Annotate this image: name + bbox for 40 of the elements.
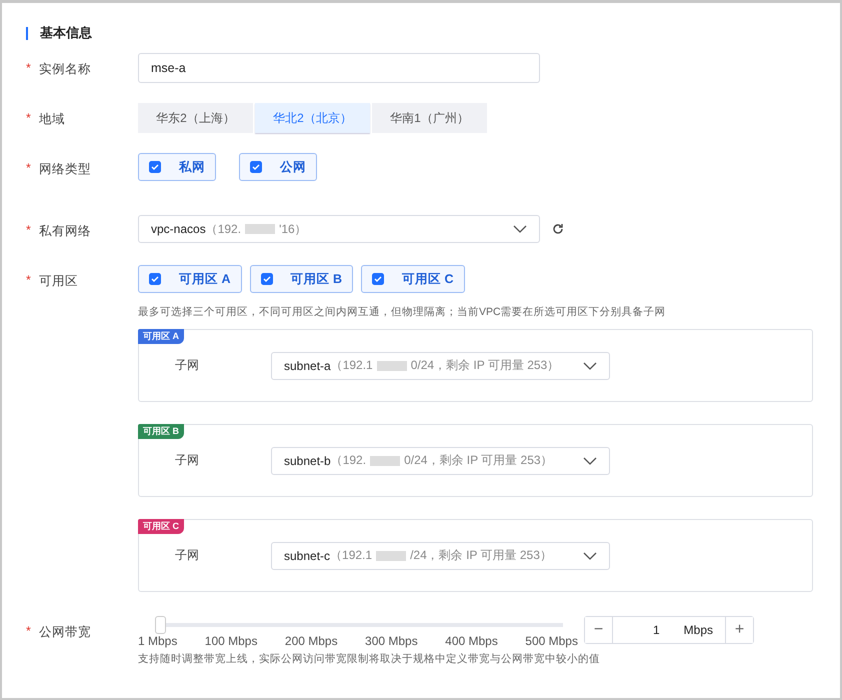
field-label: 子网	[175, 357, 200, 374]
checkbox[interactable]: 可用区 B	[250, 265, 353, 293]
field-label: 子网	[175, 452, 200, 469]
tick-label: 500 Mbps	[525, 634, 578, 648]
tick-label: 400 Mbps	[445, 634, 498, 648]
required-mark: *	[26, 624, 31, 640]
required-mark: *	[26, 61, 31, 77]
tick-label: 300 Mbps	[365, 634, 418, 648]
field-label: 实例名称	[38, 61, 91, 78]
required-mark: *	[26, 223, 31, 239]
zone-tag: 可用区 C	[138, 519, 184, 534]
field-label: 子网	[175, 547, 200, 564]
checkbox[interactable]: 可用区 A	[138, 265, 242, 293]
required-mark: *	[26, 161, 31, 177]
checkbox[interactable]: 公网	[239, 153, 317, 181]
field-label: 地域	[38, 111, 65, 128]
field-label: 网络类型	[38, 161, 91, 178]
required-mark: *	[26, 111, 31, 127]
checkbox[interactable]: 可用区 C	[361, 265, 464, 293]
tick-label: 100 Mbps	[204, 634, 258, 648]
field-label: 私有网络	[38, 223, 91, 240]
required-mark: *	[26, 273, 31, 289]
tick-label: 200 Mbps	[284, 634, 338, 648]
vpc-select[interactable]: vpc-nacos（192. '16）	[138, 215, 540, 243]
zone-tag: 可用区 B	[138, 424, 184, 439]
instance-name-field[interactable]: mse-a	[138, 53, 540, 83]
zone-tag: 可用区 A	[138, 329, 184, 344]
checkbox[interactable]: 私网	[138, 153, 216, 181]
field-label: 公网带宽	[38, 624, 91, 641]
hint-text: 支持随时调整带宽上线，实际公网访问带宽限制将取决于规格中定义带宽与公网带宽中较小的值	[138, 652, 601, 666]
region-option[interactable]: 华北2（北京）	[255, 103, 370, 133]
subnet-select[interactable]: subnet-c（192.1 /24，剩余 IP 可用量 253）	[271, 542, 610, 570]
subnet-select[interactable]: subnet-a（192.1 0/24，剩余 IP 可用量 253）	[271, 352, 610, 380]
region-option[interactable]: 华南1（广州）	[372, 103, 487, 133]
region-option[interactable]: 华东2（上海）	[138, 103, 253, 133]
tick-label: 1 Mbps	[138, 634, 178, 648]
hint-text: 最多可选择三个可用区，不同可用区之间内网互通，但物理隔离；当前VPC需要在所选可用区下分别具备子网	[138, 305, 667, 320]
section-title: 基本信息	[40, 24, 92, 42]
field-label: 可用区	[38, 273, 78, 290]
subnet-select[interactable]: subnet-b（192. 0/24，剩余 IP 可用量 253）	[271, 446, 610, 474]
